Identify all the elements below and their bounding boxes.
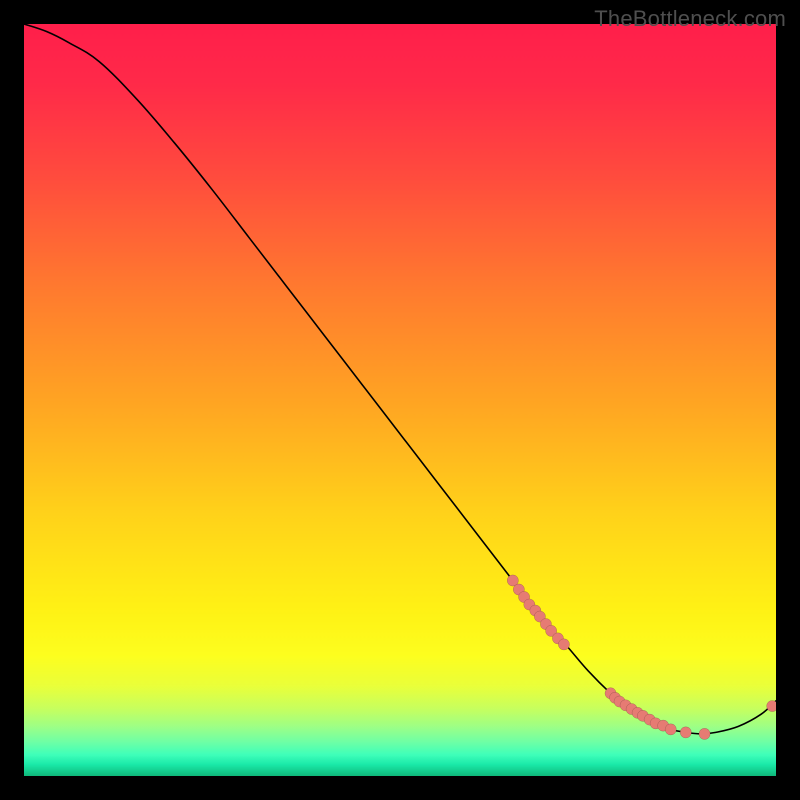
plot-container [24,24,776,776]
watermark-text: TheBottleneck.com [594,6,786,32]
chart-frame: TheBottleneck.com [0,0,800,800]
data-point [558,639,569,650]
bottleneck-curve [24,24,776,734]
data-point [767,700,776,711]
data-point [680,727,691,738]
data-point [665,724,676,735]
data-point [699,728,710,739]
curve-overlay [24,24,776,776]
